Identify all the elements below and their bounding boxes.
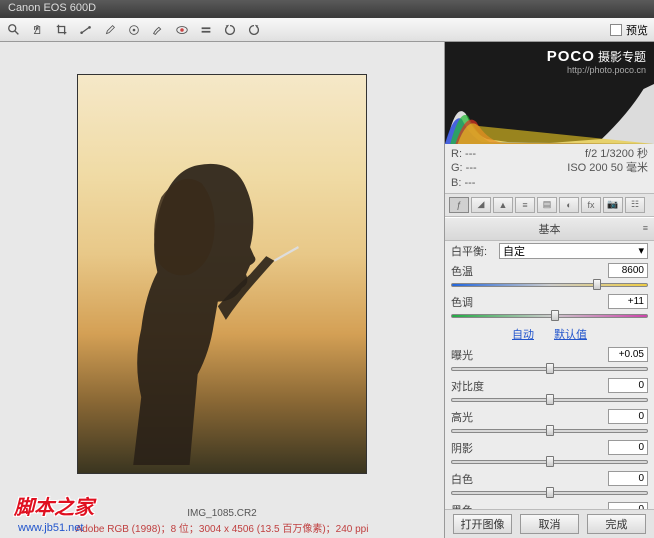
tint-value[interactable]: +11 <box>608 294 648 309</box>
poco-watermark: POCO 摄影专题 http://photo.poco.cn <box>547 48 646 75</box>
exposure-slider[interactable] <box>451 366 648 372</box>
temp-slider[interactable] <box>451 282 648 288</box>
adjustment-tabs: ƒ ◢ ▲ ≡ ▤ ◐ fx 📷 ☷ <box>445 194 654 217</box>
tab-fx[interactable]: fx <box>581 197 601 213</box>
preview-image[interactable] <box>77 74 367 474</box>
site-url: www.jb51.net <box>18 522 83 534</box>
preview-checkbox[interactable] <box>610 24 622 36</box>
preview-label: 预览 <box>626 22 648 38</box>
tab-detail[interactable]: ▲ <box>493 197 513 213</box>
contrast-value[interactable]: 0 <box>608 378 648 393</box>
chevron-down-icon: ▾ <box>638 244 644 257</box>
tab-camera[interactable]: 📷 <box>603 197 623 213</box>
exposure-value[interactable]: +0.05 <box>608 347 648 362</box>
tab-presets[interactable]: ☷ <box>625 197 645 213</box>
open-image-button[interactable]: 打开图像 <box>453 514 512 534</box>
cancel-button[interactable]: 取消 <box>520 514 579 534</box>
preview-area: IMG_1085.CR2 Adobe RGB (1998)；8 位；3004 x… <box>0 42 444 538</box>
tab-curve[interactable]: ◢ <box>471 197 491 213</box>
highlight-slider[interactable] <box>451 428 648 434</box>
b-value: B: --- <box>451 176 550 190</box>
wb-label: 白平衡: <box>451 243 495 259</box>
crop-tool-icon[interactable] <box>54 22 70 38</box>
titlebar: Canon EOS 600D <box>0 0 654 18</box>
exposure-label: 曝光 <box>451 347 495 363</box>
g-value: G: --- <box>451 161 550 175</box>
r-value: R: --- <box>451 147 550 161</box>
temp-label: 色温 <box>451 263 495 279</box>
highlight-label: 高光 <box>451 409 495 425</box>
tint-label: 色调 <box>451 294 495 310</box>
white-slider[interactable] <box>451 490 648 496</box>
rotate-cw-icon[interactable] <box>246 22 262 38</box>
tab-basic[interactable]: ƒ <box>449 197 469 213</box>
tab-split[interactable]: ▤ <box>537 197 557 213</box>
eyedropper-tool-icon[interactable] <box>102 22 118 38</box>
site-watermark: 脚本之家 <box>14 491 94 520</box>
temp-value[interactable]: 8600 <box>608 263 648 278</box>
section-menu-icon[interactable]: ≡ <box>643 223 648 233</box>
auto-default-links: 自动 默认值 <box>445 323 654 345</box>
fstop-value: f/2 1/3200 秒 <box>550 147 649 161</box>
prefs-icon[interactable] <box>198 22 214 38</box>
highlight-value[interactable]: 0 <box>608 409 648 424</box>
section-basic-header: 基本 ≡ <box>445 217 654 241</box>
iso-value: ISO 200 50 毫米 <box>550 161 649 175</box>
straighten-tool-icon[interactable] <box>78 22 94 38</box>
zoom-tool-icon[interactable] <box>6 22 22 38</box>
redeye-tool-icon[interactable] <box>174 22 190 38</box>
toolbar: 预览 <box>0 18 654 42</box>
done-button[interactable]: 完成 <box>587 514 646 534</box>
tint-slider[interactable] <box>451 313 648 319</box>
footer-buttons: 打开图像 取消 完成 <box>445 509 654 538</box>
black-value[interactable]: 0 <box>608 502 648 509</box>
tab-hsl[interactable]: ≡ <box>515 197 535 213</box>
tab-lens[interactable]: ◐ <box>559 197 579 213</box>
sampler-tool-icon[interactable] <box>126 22 142 38</box>
histogram[interactable]: POCO 摄影专题 http://photo.poco.cn <box>445 42 654 144</box>
brush-tool-icon[interactable] <box>150 22 166 38</box>
default-link[interactable]: 默认值 <box>554 326 587 342</box>
rotate-ccw-icon[interactable] <box>222 22 238 38</box>
white-label: 白色 <box>451 471 495 487</box>
wb-select[interactable]: 自定▾ <box>499 243 648 259</box>
side-panel: POCO 摄影专题 http://photo.poco.cn R: --- G:… <box>444 42 654 538</box>
contrast-slider[interactable] <box>451 397 648 403</box>
shadow-slider[interactable] <box>451 459 648 465</box>
black-label: 黑色 <box>451 502 495 509</box>
camera-model: Canon EOS 600D <box>8 2 96 14</box>
white-value[interactable]: 0 <box>608 471 648 486</box>
rgb-info: R: --- G: --- B: --- f/2 1/3200 秒 ISO 20… <box>445 144 654 194</box>
hand-tool-icon[interactable] <box>30 22 46 38</box>
shadow-value[interactable]: 0 <box>608 440 648 455</box>
auto-link[interactable]: 自动 <box>512 326 534 342</box>
shadow-label: 阴影 <box>451 440 495 456</box>
contrast-label: 对比度 <box>451 378 495 394</box>
